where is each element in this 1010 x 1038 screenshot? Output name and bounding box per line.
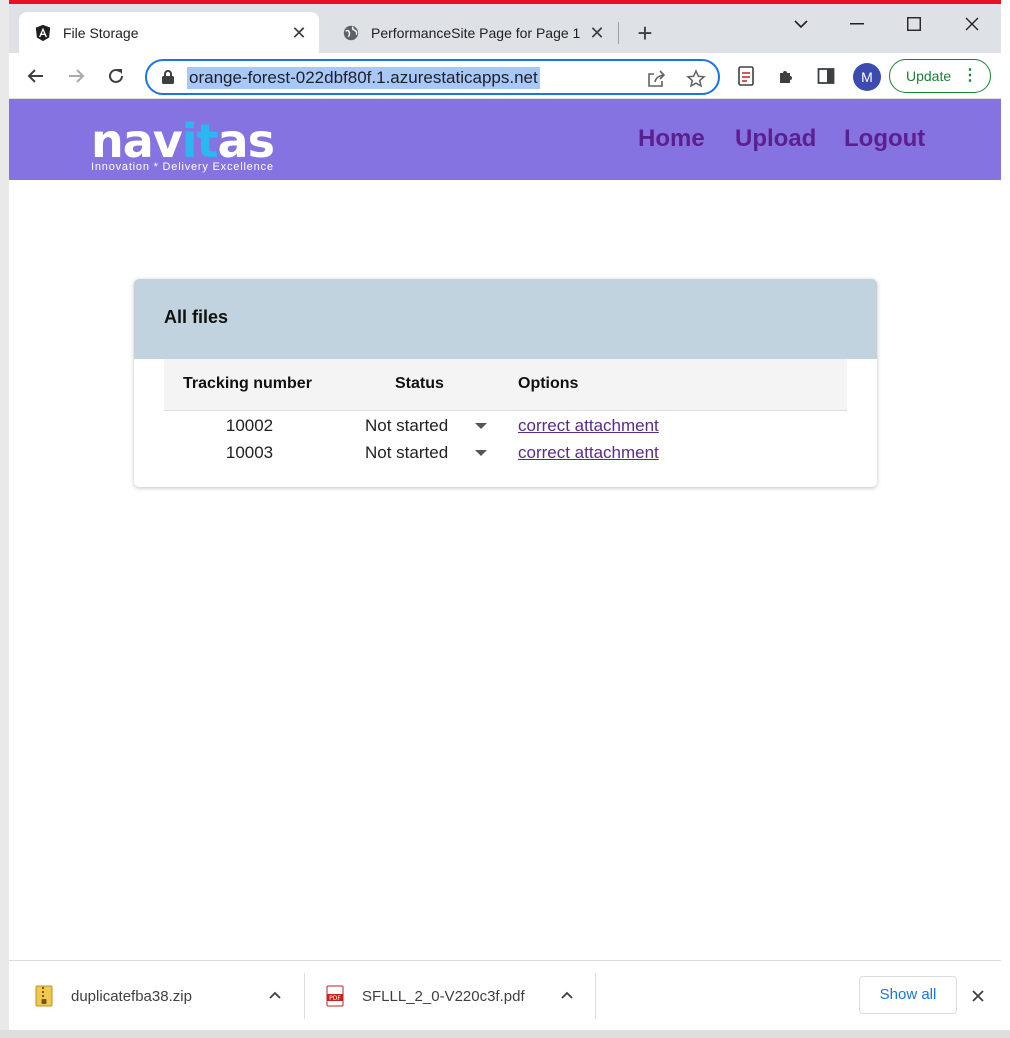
all-files-card: All files Tracking number Status Options… [134, 279, 877, 487]
logo-tagline: Innovation * Delivery Excellence [91, 161, 274, 173]
chevron-up-icon[interactable] [265, 985, 285, 1005]
tab-divider [618, 22, 619, 44]
table-row: 10003 Not started correct attachment [164, 440, 847, 467]
card-title: All files [164, 307, 229, 327]
card-header: All files [134, 279, 877, 359]
chevron-down-icon[interactable] [475, 450, 487, 456]
close-icon[interactable]: ✕ [587, 23, 607, 43]
tab-title: File Storage [63, 24, 139, 41]
tab-file-storage[interactable]: File Storage ✕ [19, 12, 319, 53]
url-text[interactable]: orange-forest-022dbf80f.1.azurestaticapp… [187, 67, 540, 89]
update-button[interactable]: Update ⋮ [889, 59, 991, 93]
table-row: 10002 Not started correct attachment [164, 413, 847, 440]
maximize-button[interactable] [894, 10, 934, 38]
tracking-number-cell: 10003 [225, 443, 274, 462]
download-item-pdf[interactable]: PDF SFLLL_2_0-V220c3f.pdf [326, 961, 525, 1030]
correct-attachment-link[interactable]: correct attachment [518, 443, 659, 463]
logo-wordmark: navitas [91, 114, 275, 168]
navitas-logo[interactable]: navitas Innovation * Delivery Excellence [91, 114, 275, 173]
browser-window: File Storage ✕ PerformanceSite Page for … [9, 4, 1001, 1030]
correct-attachment-link[interactable]: correct attachment [518, 416, 659, 436]
download-filename: duplicatefba38.zip [71, 987, 192, 1005]
profile-avatar[interactable]: M [853, 63, 881, 91]
zip-file-icon [35, 985, 55, 1007]
new-tab-button[interactable]: + [631, 20, 659, 48]
tracking-number-cell: 10002 [225, 416, 274, 435]
tab-performancesite[interactable]: PerformanceSite Page for Page 1 ✕ [327, 12, 617, 53]
download-divider [304, 973, 305, 1019]
bookmark-star-icon[interactable] [685, 68, 707, 90]
share-icon[interactable] [645, 68, 667, 90]
back-button[interactable] [21, 61, 51, 91]
column-header-tracking-number: Tracking number [183, 375, 312, 392]
status-select[interactable]: Not started [365, 443, 448, 463]
download-filename: SFLLL_2_0-V220c3f.pdf [362, 987, 525, 1005]
address-bar[interactable]: orange-forest-022dbf80f.1.azurestaticapp… [145, 59, 720, 95]
browser-toolbar: orange-forest-022dbf80f.1.azurestaticapp… [9, 53, 1001, 99]
downloads-bar: duplicatefba38.zip PDF SFLLL_2_0-V220c3f… [9, 960, 1001, 1030]
nav-upload-link[interactable]: Upload [735, 125, 816, 153]
chevron-down-icon[interactable] [475, 423, 487, 429]
tab-search-chevron-icon[interactable] [781, 10, 821, 38]
desktop-background-left [0, 0, 9, 1038]
angular-icon [33, 23, 53, 43]
site-header: navitas Innovation * Delivery Excellence… [9, 99, 1001, 180]
minimize-button[interactable] [837, 10, 877, 38]
close-window-button[interactable] [952, 10, 992, 38]
svg-text:PDF: PDF [329, 995, 341, 1002]
tab-title: PerformanceSite Page for Page 1 [371, 24, 581, 41]
column-header-options: Options [518, 375, 579, 392]
pdf-extension-icon[interactable] [731, 61, 761, 91]
reload-button[interactable] [101, 61, 131, 91]
update-label: Update [906, 68, 952, 84]
extensions-puzzle-icon[interactable] [771, 61, 801, 91]
show-all-downloads-button[interactable]: Show all [859, 976, 957, 1014]
side-panel-icon[interactable] [811, 61, 841, 91]
forward-button[interactable] [61, 61, 91, 91]
download-item-zip[interactable]: duplicatefba38.zip [35, 961, 192, 1030]
download-divider [595, 973, 596, 1019]
lock-icon[interactable] [161, 69, 175, 90]
close-icon[interactable] [967, 985, 989, 1007]
globe-icon [341, 23, 361, 43]
chevron-up-icon[interactable] [557, 985, 577, 1005]
table-header: Tracking number Status Options [164, 359, 847, 411]
column-header-status: Status [395, 375, 444, 392]
pdf-file-icon: PDF [326, 985, 346, 1007]
close-icon[interactable]: ✕ [289, 23, 309, 43]
desktop-background-right [1001, 0, 1010, 1038]
nav-home-link[interactable]: Home [638, 125, 705, 153]
nav-logout-link[interactable]: Logout [844, 125, 925, 153]
more-menu-icon[interactable]: ⋮ [962, 66, 978, 86]
status-select[interactable]: Not started [365, 416, 448, 436]
desktop-background-bottom [0, 1030, 1010, 1038]
tab-strip: File Storage ✕ PerformanceSite Page for … [9, 4, 1001, 53]
